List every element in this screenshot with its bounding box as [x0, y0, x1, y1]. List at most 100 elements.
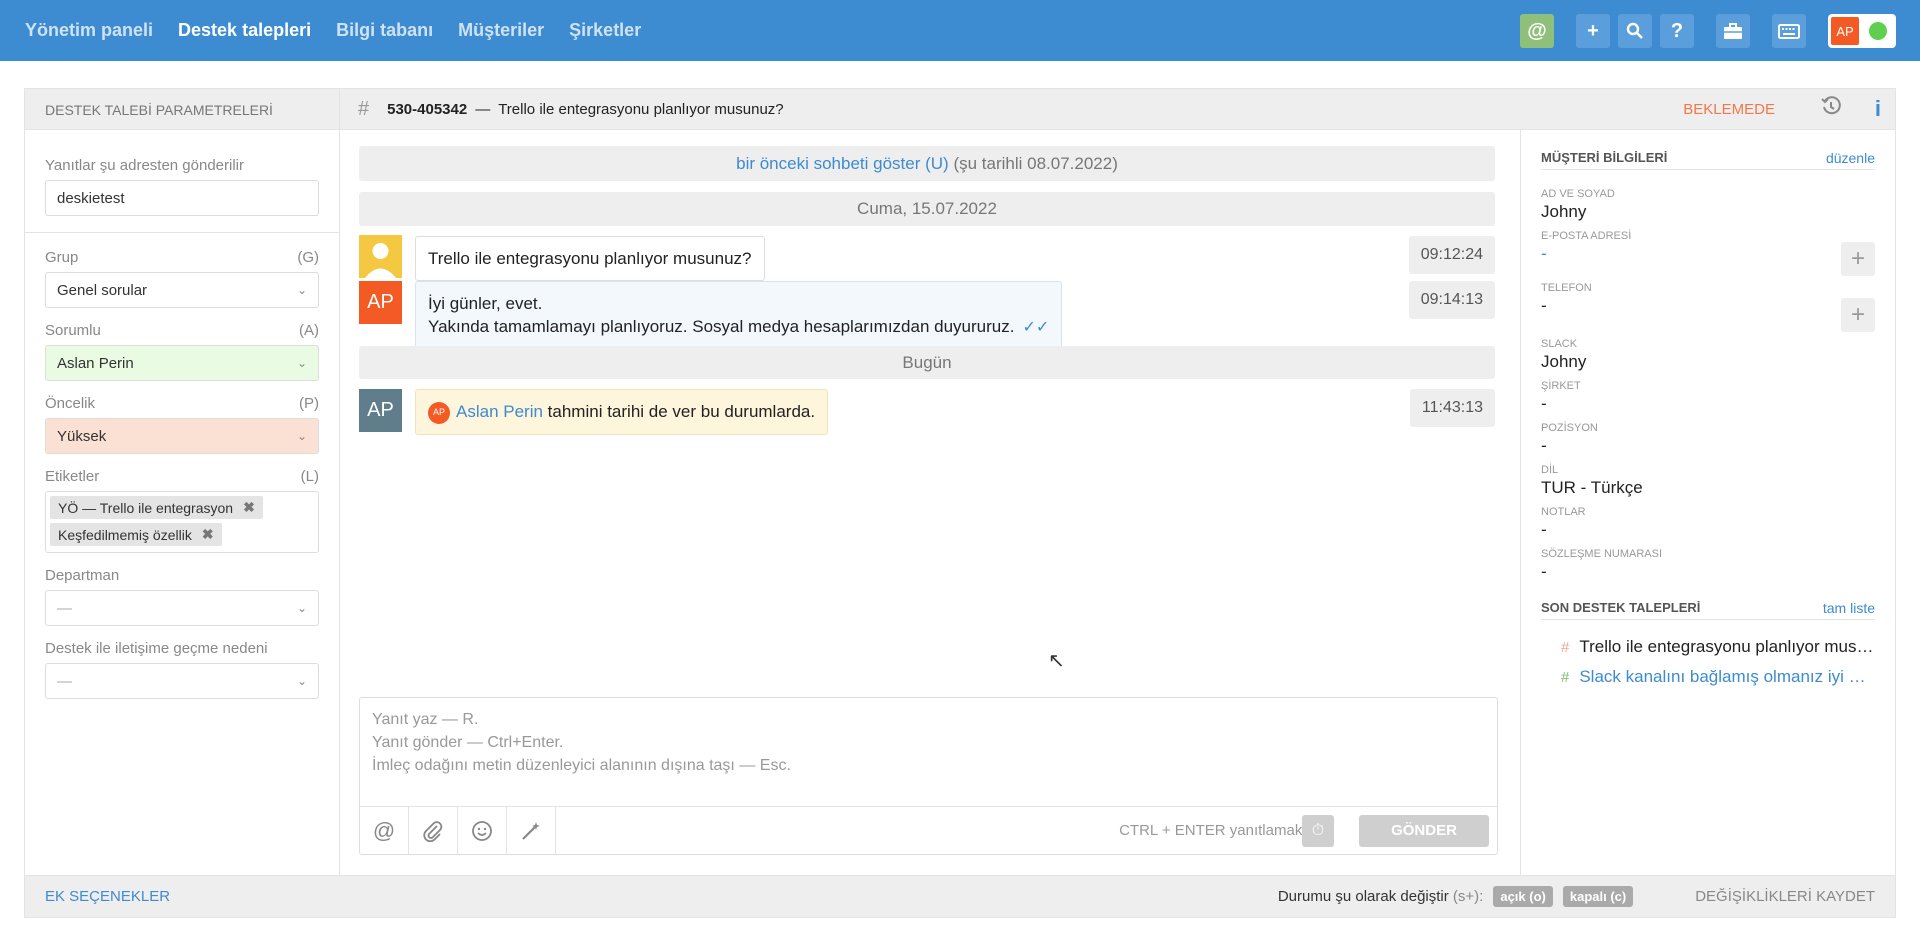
- chevron-down-icon: ⌄: [296, 601, 307, 615]
- contact-reason-select[interactable]: — ⌄: [45, 663, 319, 699]
- message-text: Yakında tamamlamayı planlıyoruz. Sosyal …: [428, 317, 1015, 336]
- message-text: tahmini tarihi de ver bu durumlarda.: [547, 402, 816, 421]
- remove-tag-icon[interactable]: ✖: [202, 526, 214, 543]
- customer-info-header: MÜŞTERİ BİLGİLERİ düzenle: [1541, 150, 1875, 170]
- attachment-icon[interactable]: [409, 806, 458, 855]
- reply-placeholder[interactable]: Yanıt yaz — R. Yanıt gönder — Ctrl+Enter…: [360, 698, 1497, 787]
- group-select[interactable]: Genel sorular ⌄: [45, 272, 319, 308]
- field-value: -: [1541, 394, 1547, 413]
- nav-customers[interactable]: Müşteriler: [458, 20, 544, 41]
- top-navigation-bar: Yönetim paneli Destek talepleri Bilgi ta…: [0, 0, 1920, 61]
- chevron-down-icon: ⌄: [296, 429, 307, 443]
- tag-label: Keşfedilmemiş özellik: [58, 526, 192, 543]
- placeholder-line: Yanıt yaz — R.: [372, 711, 479, 728]
- user-status-toggle[interactable]: AP: [1828, 14, 1896, 48]
- ticket-title: Trello ile entegrasyonu planlıyor musunu…: [498, 100, 784, 118]
- assignee-label: Sorumlu: [45, 322, 101, 339]
- nav-knowledge-base[interactable]: Bilgi tabanı: [336, 20, 433, 41]
- full-list-link[interactable]: tam liste: [1823, 600, 1875, 616]
- field-value: -: [1541, 244, 1547, 263]
- emoji-icon[interactable]: [458, 806, 507, 855]
- customer-avatar: [359, 235, 402, 278]
- history-icon[interactable]: [1821, 96, 1841, 122]
- mention-icon[interactable]: @: [360, 806, 409, 855]
- field-key: ŞİRKET: [1541, 380, 1581, 392]
- save-changes-button[interactable]: DEĞİŞİKLİKLERİ KAYDET: [1695, 888, 1875, 905]
- message-bubble: Trello ile entegrasyonu planlıyor musunu…: [415, 236, 765, 281]
- group-shortcut: (G): [297, 249, 319, 266]
- tags-input[interactable]: YÖ — Trello ile entegrasyon ✖ Keşfedilmem…: [45, 491, 319, 553]
- briefcase-icon[interactable]: [1716, 14, 1750, 48]
- magic-wand-icon[interactable]: [507, 806, 556, 855]
- section-title: SON DESTEK TALEPLERİ: [1541, 600, 1701, 615]
- status-badge[interactable]: BEKLEMEDE: [1683, 101, 1775, 118]
- status-closed-button[interactable]: kapalı (c): [1562, 886, 1634, 907]
- message-text: Trello ile entegrasyonu planlıyor musunu…: [428, 249, 752, 268]
- assignee-shortcut: (A): [299, 322, 319, 339]
- keyboard-icon[interactable]: [1772, 14, 1806, 48]
- tag-label: YÖ — Trello ile entegrasyon: [58, 499, 234, 516]
- field-key: SLACK: [1541, 338, 1578, 350]
- reply-from-field[interactable]: deskietest: [45, 180, 319, 216]
- info-icon[interactable]: i: [1875, 96, 1881, 122]
- department-label: Departman: [45, 567, 120, 584]
- previous-chat-bar: bir önceki sohbeti göster (U) (şu tarihl…: [359, 146, 1495, 181]
- hash-icon: #: [1561, 639, 1570, 656]
- online-status-icon: [1869, 22, 1887, 40]
- message-time: 11:43:13: [1409, 389, 1495, 427]
- send-button[interactable]: GÖNDER: [1359, 814, 1489, 847]
- internal-note-bubble: AP Aslan Perin tahmini tarihi de ver bu d…: [415, 389, 829, 435]
- hash-icon: #: [1561, 669, 1570, 686]
- add-email-button[interactable]: +: [1841, 242, 1875, 276]
- plus-icon[interactable]: +: [1576, 14, 1610, 48]
- recent-ticket-item[interactable]: # Trello ile entegrasyonu planlıyor musun…: [1541, 632, 1875, 662]
- at-icon[interactable]: @: [1520, 14, 1554, 48]
- assignee-value: Aslan Perin: [57, 354, 134, 372]
- nav-tickets[interactable]: Destek talepleri: [178, 20, 311, 41]
- message-bubble: İyi günler, evet. Yakında tamamlamayı pl…: [415, 281, 1063, 350]
- placeholder-line: Yanıt gönder — Ctrl+Enter.: [372, 734, 564, 751]
- help-icon[interactable]: ?: [1660, 14, 1694, 48]
- field-value: Johny: [1541, 202, 1587, 221]
- field-key: E-POSTA ADRESİ: [1541, 230, 1632, 242]
- priority-shortcut: (P): [299, 395, 319, 412]
- assignee-select[interactable]: Aslan Perin ⌄: [45, 345, 319, 381]
- mention-link[interactable]: Aslan Perin: [456, 402, 543, 421]
- change-status-label: Durumu şu olarak değiştir (s+):: [1278, 888, 1484, 905]
- priority-label: Öncelik: [45, 395, 96, 412]
- message-text: İyi günler, evet.: [428, 294, 543, 313]
- ticket-title-separator: —: [475, 100, 491, 118]
- recent-ticket-item[interactable]: # Slack kanalını bağlamış olmanız iyi old…: [1541, 662, 1875, 692]
- nav-dashboard[interactable]: Yönetim paneli: [25, 20, 153, 41]
- chevron-down-icon: ⌄: [296, 674, 307, 688]
- tags-shortcut: (L): [300, 468, 319, 485]
- timer-icon[interactable]: ⏱: [1302, 814, 1334, 847]
- priority-select[interactable]: Yüksek ⌄: [45, 418, 319, 454]
- add-phone-button[interactable]: +: [1841, 298, 1875, 332]
- field-value: -: [1541, 296, 1547, 315]
- reply-from-label: Yanıtlar şu adresten gönderilir: [45, 157, 244, 174]
- hash-icon: #: [358, 97, 370, 120]
- remove-tag-icon[interactable]: ✖: [243, 499, 255, 516]
- field-value: -: [1541, 436, 1547, 455]
- ticket-parameters-panel: DESTEK TALEBİ PARAMETRELERİ Yanıtlar şu …: [25, 89, 340, 917]
- field-key: NOTLAR: [1541, 506, 1586, 518]
- edit-customer-link[interactable]: düzenle: [1826, 150, 1875, 166]
- change-status-text: Durumu şu olarak değiştir: [1277, 888, 1449, 905]
- field-key: DİL: [1541, 464, 1559, 476]
- avatar: AP: [359, 389, 402, 432]
- field-key: SÖZLEŞME NUMARASI: [1541, 548, 1663, 560]
- recent-ticket-title: Trello ile entegrasyonu planlıyor musunu…: [1579, 637, 1875, 656]
- ticket-header: # 530-405342 — Trello ile entegrasyonu p…: [340, 89, 1895, 130]
- section-title: MÜŞTERİ BİLGİLERİ: [1541, 150, 1668, 165]
- previous-chat-link[interactable]: bir önceki sohbeti göster (U): [736, 154, 949, 173]
- mouse-cursor-icon: ↖: [1048, 650, 1065, 672]
- date-separator: Cuma, 15.07.2022: [359, 192, 1495, 226]
- avatar: AP: [1831, 17, 1859, 45]
- department-select[interactable]: — ⌄: [45, 590, 319, 626]
- reply-editor[interactable]: Yanıt yaz — R. Yanıt gönder — Ctrl+Enter…: [359, 697, 1498, 855]
- extra-options-link[interactable]: EK SEÇENEKLER: [25, 875, 340, 917]
- nav-companies[interactable]: Şirketler: [569, 20, 641, 41]
- search-icon[interactable]: [1618, 14, 1652, 48]
- status-open-button[interactable]: açık (o): [1493, 886, 1553, 907]
